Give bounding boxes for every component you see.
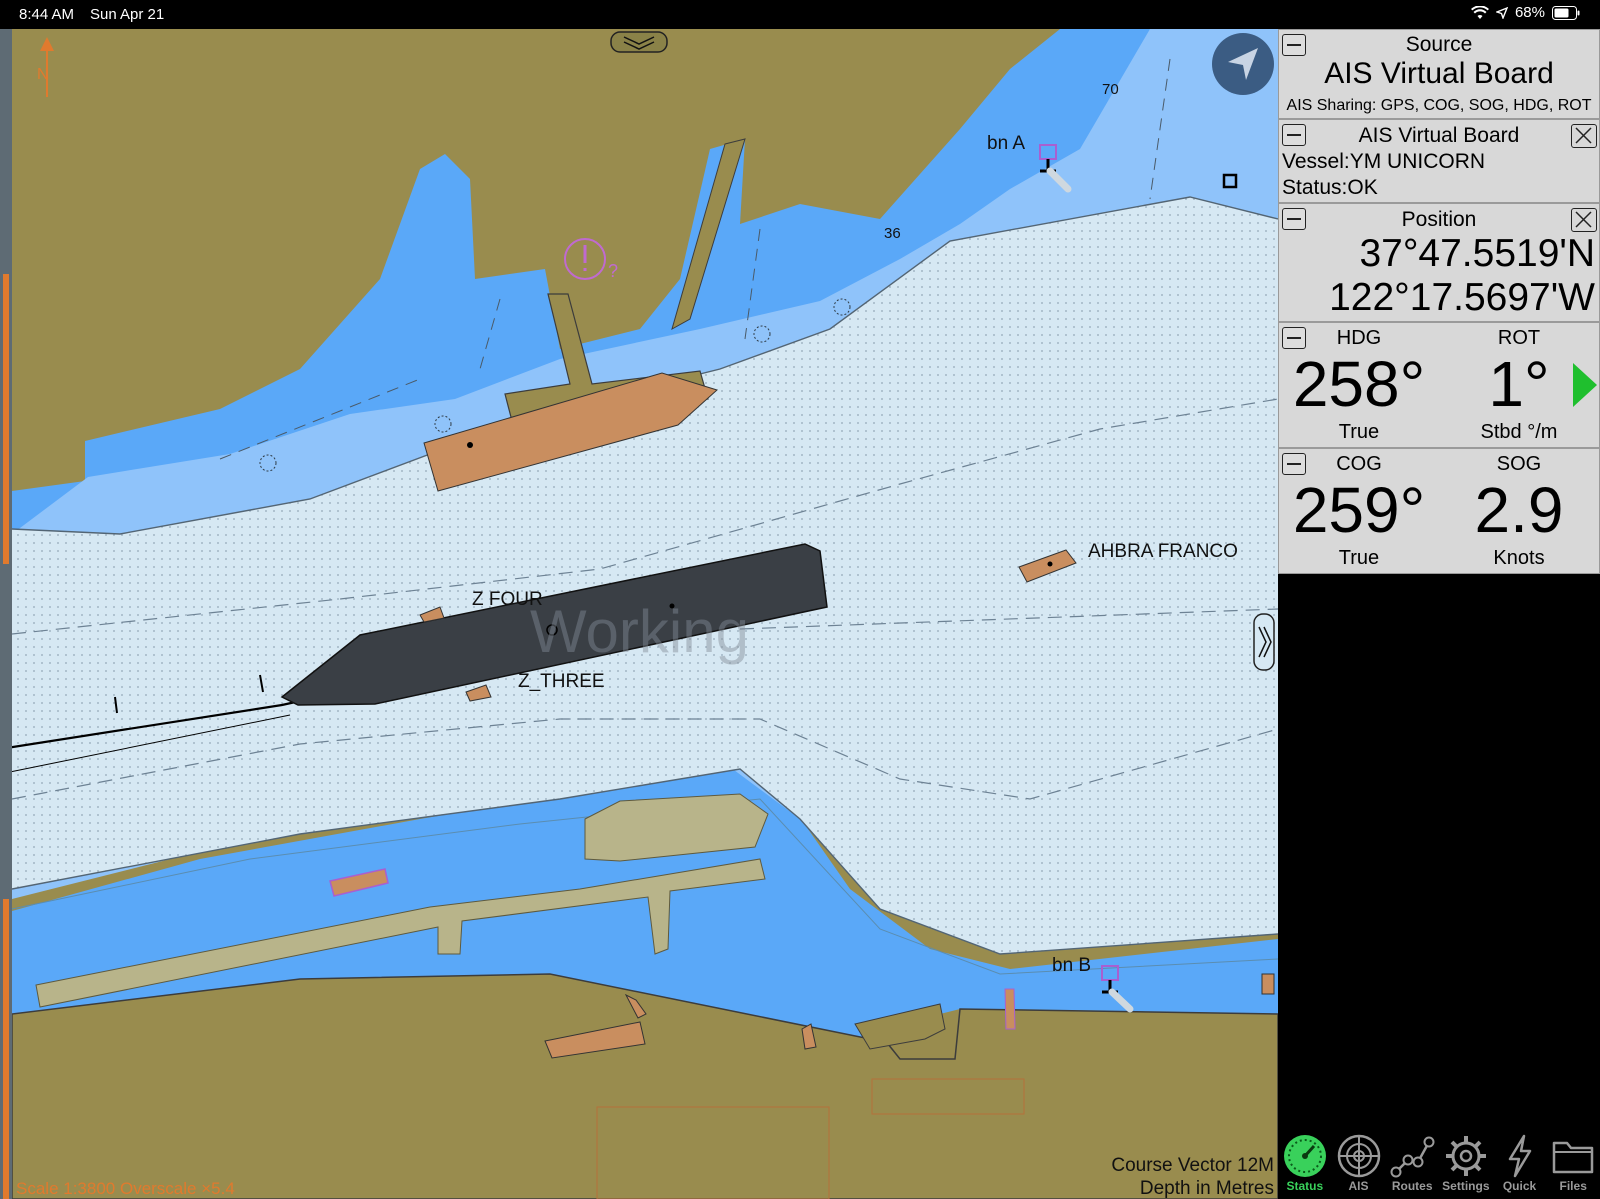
navigation-arrow-icon xyxy=(1228,48,1258,80)
wifi-icon xyxy=(1470,5,1489,19)
source-card: Source AIS Virtual Board AIS Sharing: GP… xyxy=(1278,29,1600,119)
beacon-label-b: bn B xyxy=(1052,955,1092,976)
ais-target-label[interactable]: Z_THREE xyxy=(518,671,605,693)
battery-icon xyxy=(1552,5,1580,20)
status-text: Status:OK xyxy=(1282,176,1378,199)
hdg-rot-card: HDG 258° True ROT 1° Stbd °/m xyxy=(1278,322,1600,448)
cog-sog-card: COG 259° True SOG 2.9 Knots xyxy=(1278,448,1600,574)
tab-ais[interactable]: AIS xyxy=(1332,1129,1386,1199)
watermark: Working xyxy=(530,598,749,665)
ais-target-label[interactable]: AHBRA FRANCO xyxy=(1088,541,1238,563)
scale-readout: Scale 1:3800 Overscale ×5.4 xyxy=(16,1179,235,1198)
rot-unit: Stbd °/m xyxy=(1480,421,1558,443)
position-card: Position 37°47.5519'N 122°17.5697'W xyxy=(1278,203,1600,322)
card-title: Position xyxy=(1401,208,1477,231)
depth-sounding: 70 xyxy=(1102,81,1119,98)
tab-label: Files xyxy=(1559,1179,1587,1193)
latitude: 37°47.5519'N xyxy=(1359,232,1595,275)
ais-board-card: AIS Virtual Board Vessel:YM UNICORN Stat… xyxy=(1278,119,1600,203)
tab-label: Quick xyxy=(1502,1179,1537,1193)
radar-icon xyxy=(1337,1134,1380,1178)
course-vector-text: Course Vector 12M xyxy=(1111,1155,1274,1176)
gear-icon xyxy=(1445,1136,1486,1176)
tab-routes[interactable]: Routes xyxy=(1385,1129,1439,1199)
clock: 8:44 AM xyxy=(19,6,75,23)
gauge-icon xyxy=(1283,1135,1326,1177)
hdg-unit: True xyxy=(1338,421,1380,443)
locate-button[interactable] xyxy=(1212,33,1274,95)
turn-starboard-icon xyxy=(1573,363,1597,407)
nautical-chart[interactable]: ? N bn A bn B AHBRA FRANCO Z FOUR Z_THRE… xyxy=(0,29,1278,1199)
lightning-icon xyxy=(1508,1134,1531,1178)
longitude: 122°17.5697'W xyxy=(1329,276,1595,319)
tab-files[interactable]: Files xyxy=(1546,1129,1600,1199)
card-title: AIS Virtual Board xyxy=(1358,124,1520,147)
tab-label: AIS xyxy=(1348,1179,1369,1193)
tab-label: Status xyxy=(1286,1179,1324,1193)
source-name: AIS Virtual Board xyxy=(1324,57,1554,90)
battery-percent: 68% xyxy=(1514,4,1545,21)
depth-sounding: 36 xyxy=(884,225,901,242)
chevron-down-icon[interactable] xyxy=(610,31,668,53)
instrument-panel: Source AIS Virtual Board AIS Sharing: GP… xyxy=(1278,29,1600,1199)
depth-units-text: Depth in Metres xyxy=(1139,1178,1274,1199)
chevron-right-icon[interactable] xyxy=(1253,613,1275,671)
north-arrow-icon: N xyxy=(37,37,54,97)
status-bar: 8:44 AM Sun Apr 21 68% xyxy=(0,0,1600,29)
hdg-value: 258° xyxy=(1292,348,1426,420)
sog-value: 2.9 xyxy=(1474,474,1564,546)
tab-settings[interactable]: Settings xyxy=(1439,1129,1493,1199)
chart-info: Course Vector 12M Depth in Metres xyxy=(1111,1154,1274,1199)
date: Sun Apr 21 xyxy=(90,6,165,23)
tab-status[interactable]: Status xyxy=(1278,1129,1332,1199)
sog-unit: Knots xyxy=(1493,547,1545,569)
cog-unit: True xyxy=(1338,547,1380,569)
svg-text:N: N xyxy=(37,66,49,83)
tab-label: Routes xyxy=(1391,1179,1433,1193)
svg-text:?: ? xyxy=(608,261,618,281)
sharing-text: AIS Sharing: GPS, COG, SOG, HDG, ROT xyxy=(1286,97,1592,114)
tab-bar: Status AIS Routes Settings Quick Files xyxy=(1278,1129,1600,1199)
beacon-label-a: bn A xyxy=(987,133,1026,154)
location-arrow-icon xyxy=(1495,6,1508,19)
card-title: Source xyxy=(1405,33,1473,56)
folder-icon xyxy=(1552,1141,1594,1174)
tab-label: Settings xyxy=(1442,1179,1490,1193)
tab-quick[interactable]: Quick xyxy=(1493,1129,1547,1199)
cog-value: 259° xyxy=(1292,474,1426,546)
vessel-name: Vessel:YM UNICORN xyxy=(1282,150,1486,173)
route-icon xyxy=(1390,1136,1435,1178)
